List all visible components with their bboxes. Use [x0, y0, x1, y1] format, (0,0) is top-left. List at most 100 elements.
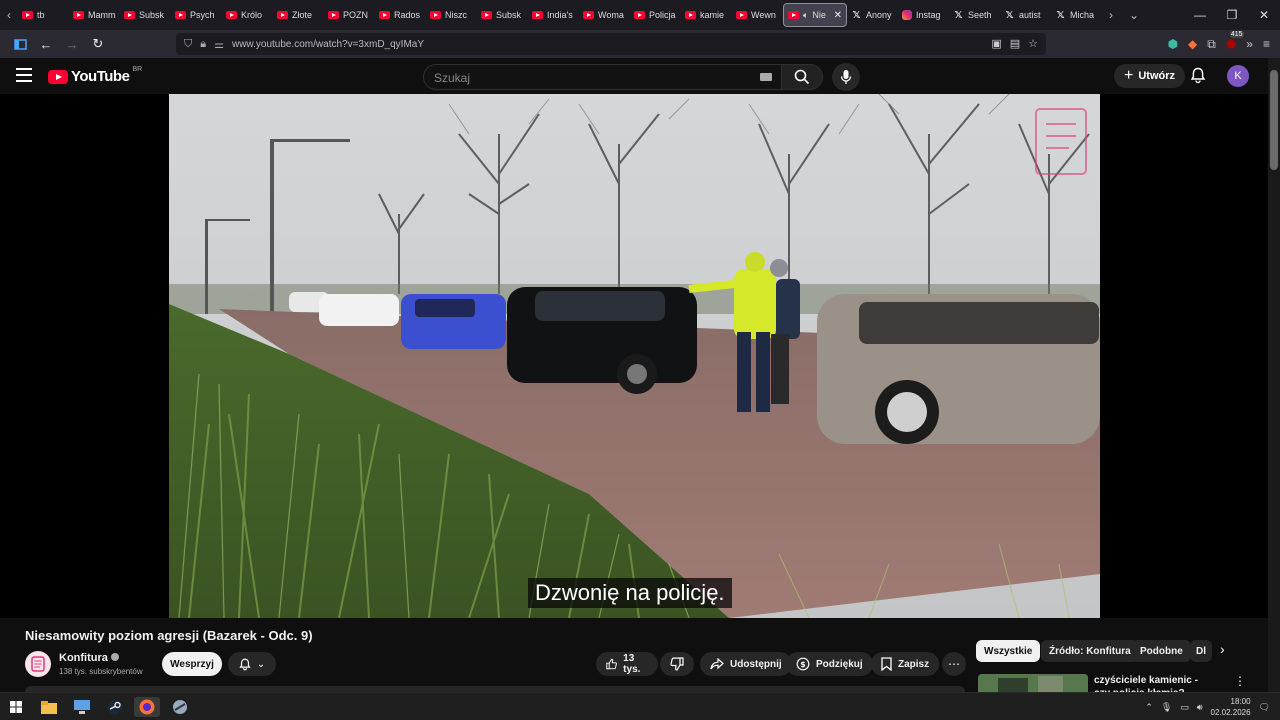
tab-close-icon[interactable]: ✕	[834, 10, 842, 21]
browser-tab[interactable]: 𝕏 Seeth	[949, 3, 1000, 27]
browser-tab[interactable]: Rados	[375, 3, 426, 27]
tab-list-dropdown-icon[interactable]: ⌄	[1120, 0, 1148, 30]
browser-tab[interactable]: POZN	[324, 3, 375, 27]
close-window-icon[interactable]: ✕	[1248, 8, 1280, 22]
overflow-chevron-icon[interactable]: »	[1246, 37, 1253, 51]
scrollbar-thumb[interactable]	[1270, 70, 1278, 170]
tab-scroll-left-icon[interactable]: ‹	[0, 0, 18, 30]
address-bar[interactable]: ⛉ 🔒︎ ⚌ www.youtube.com/watch?v=3xmD_qyIM…	[176, 33, 1046, 55]
region-code: BR	[132, 66, 143, 73]
more-actions-icon[interactable]: ⋯	[942, 652, 966, 676]
clock-time: 18:00	[1230, 697, 1251, 706]
picture-in-picture-icon[interactable]: ▣	[991, 37, 1001, 50]
chip-more[interactable]: Dl	[1190, 640, 1212, 662]
tab-label: Subsk	[496, 10, 522, 20]
browser-tab[interactable]: Woma	[579, 3, 630, 27]
url-text[interactable]: www.youtube.com/watch?v=3xmD_qyIMaY	[232, 39, 424, 50]
browser-tab[interactable]: Subsk	[477, 3, 528, 27]
thanks-button[interactable]: $ Podziękuj	[786, 652, 873, 676]
save-button[interactable]: Zapisz	[871, 652, 940, 676]
minimize-icon[interactable]: —	[1184, 8, 1216, 22]
notifications-bell-icon[interactable]	[1190, 67, 1206, 89]
back-icon[interactable]: ←	[34, 32, 58, 56]
youtube-logo[interactable]: YouTube BR	[48, 66, 143, 85]
video-title: Niesamowity poziom agresji (Bazarek - Od…	[25, 628, 313, 643]
guide-menu-icon[interactable]	[16, 68, 32, 82]
browser-tab[interactable]: Instag	[898, 3, 949, 27]
microphone-tray-icon[interactable]: 🎙︎	[1161, 702, 1172, 713]
search-input[interactable]: Szukaj	[423, 64, 783, 90]
tray-chevron-icon[interactable]: ⌃	[1145, 702, 1153, 713]
recommended-video-title[interactable]: czyściciele kamienic - czy policja kłami…	[1094, 674, 1214, 692]
keyboard-icon[interactable]	[760, 73, 772, 81]
chip-all[interactable]: Wszystkie	[976, 640, 1041, 662]
reload-icon[interactable]: ↻	[86, 32, 110, 56]
recommended-more-icon[interactable]: ⋮	[1234, 674, 1246, 688]
browser-tab[interactable]: 𝕏 Micha	[1051, 3, 1102, 27]
permissions-icon[interactable]: ⚌	[214, 38, 224, 51]
menu-icon[interactable]: ≡	[1263, 37, 1270, 51]
shield-extension-icon[interactable]: ⬢	[1168, 37, 1178, 51]
bell-icon	[239, 658, 251, 670]
network-icon[interactable]: ▭	[1180, 702, 1189, 713]
youtube-header: YouTube BR Szukaj + Utwórz K	[0, 58, 1268, 94]
sidebar-toggle-icon[interactable]	[8, 32, 32, 56]
browser-tab[interactable]: Złote	[273, 3, 324, 27]
subscription-bell-button[interactable]: ⌄	[228, 652, 276, 676]
audio-playing-icon[interactable]: 🔈︎	[803, 10, 808, 21]
channel-name-text[interactable]: Konfitura	[59, 652, 108, 664]
bookmark-star-icon[interactable]: ☆	[1028, 37, 1038, 50]
app-icon[interactable]	[167, 697, 193, 717]
chip-related[interactable]: Podobne	[1132, 640, 1191, 662]
clock[interactable]: 18:00 02.02.2026	[1211, 696, 1251, 718]
reader-view-icon[interactable]: ▤	[1010, 37, 1020, 50]
account-avatar[interactable]: K	[1227, 65, 1249, 87]
steam-icon[interactable]	[102, 697, 128, 717]
volume-icon[interactable]: 🔊︎	[1197, 702, 1203, 713]
browser-tab[interactable]: kamie	[681, 3, 732, 27]
restore-icon[interactable]: ❐	[1216, 8, 1248, 22]
lock-icon[interactable]: 🔒︎	[200, 38, 206, 51]
forward-icon[interactable]: →	[60, 32, 84, 56]
browser-tab[interactable]: 🔈︎ Nie ✕	[783, 3, 847, 27]
chip-from-channel[interactable]: Źródło: Konfitura	[1041, 640, 1139, 662]
browser-tab[interactable]: tb	[18, 3, 69, 27]
page-scrollbar[interactable]	[1268, 58, 1280, 692]
firefox-icon[interactable]	[134, 697, 160, 717]
browser-tab[interactable]: Policja	[630, 3, 681, 27]
recommended-video-thumbnail[interactable]	[978, 674, 1088, 692]
browser-tab[interactable]: Wewn	[732, 3, 783, 27]
browser-tab[interactable]: Psych	[171, 3, 222, 27]
browser-tab[interactable]: Królo	[222, 3, 273, 27]
extensions-puzzle-icon[interactable]: ⧉	[1207, 37, 1216, 52]
share-button[interactable]: Udostępnij	[700, 652, 792, 676]
channel-avatar[interactable]	[25, 651, 51, 677]
support-button[interactable]: Wesprzyj	[162, 652, 222, 676]
browser-tab[interactable]: Mamm	[69, 3, 120, 27]
voice-search-button[interactable]	[832, 63, 860, 91]
tab-scroll-right-icon[interactable]: ›	[1102, 0, 1120, 30]
video-player[interactable]	[0, 94, 1268, 618]
like-button[interactable]: 13 tys.	[596, 652, 658, 676]
channel-name[interactable]: Konfitura	[59, 652, 119, 664]
browser-tab[interactable]: 𝕏autist	[1000, 3, 1051, 27]
shield-icon[interactable]: ⛉	[184, 38, 192, 51]
fox-extension-icon[interactable]: ◆	[1188, 37, 1197, 51]
ublock-icon[interactable]: ⬟ 415	[1226, 31, 1244, 51]
tab-label: Instag	[916, 10, 941, 20]
notifications-icon[interactable]: 🗨︎	[1259, 702, 1270, 713]
tab-label: Woma	[598, 10, 624, 20]
browser-tab[interactable]: Niszc	[426, 3, 477, 27]
create-button[interactable]: + Utwórz	[1114, 64, 1186, 88]
file-explorer-icon[interactable]	[36, 697, 62, 717]
video-frame[interactable]	[169, 94, 1100, 618]
control-panel-icon[interactable]	[69, 697, 95, 717]
tab-label: POZN	[343, 10, 369, 20]
browser-tab[interactable]: Subsk	[120, 3, 171, 27]
windows-start-icon[interactable]	[3, 697, 29, 717]
dislike-button[interactable]	[660, 652, 694, 676]
search-button[interactable]	[781, 64, 823, 90]
chips-next-icon[interactable]: ›	[1220, 641, 1225, 657]
browser-tab[interactable]: India's	[528, 3, 579, 27]
browser-tab[interactable]: 𝕏 Anony	[847, 3, 898, 27]
